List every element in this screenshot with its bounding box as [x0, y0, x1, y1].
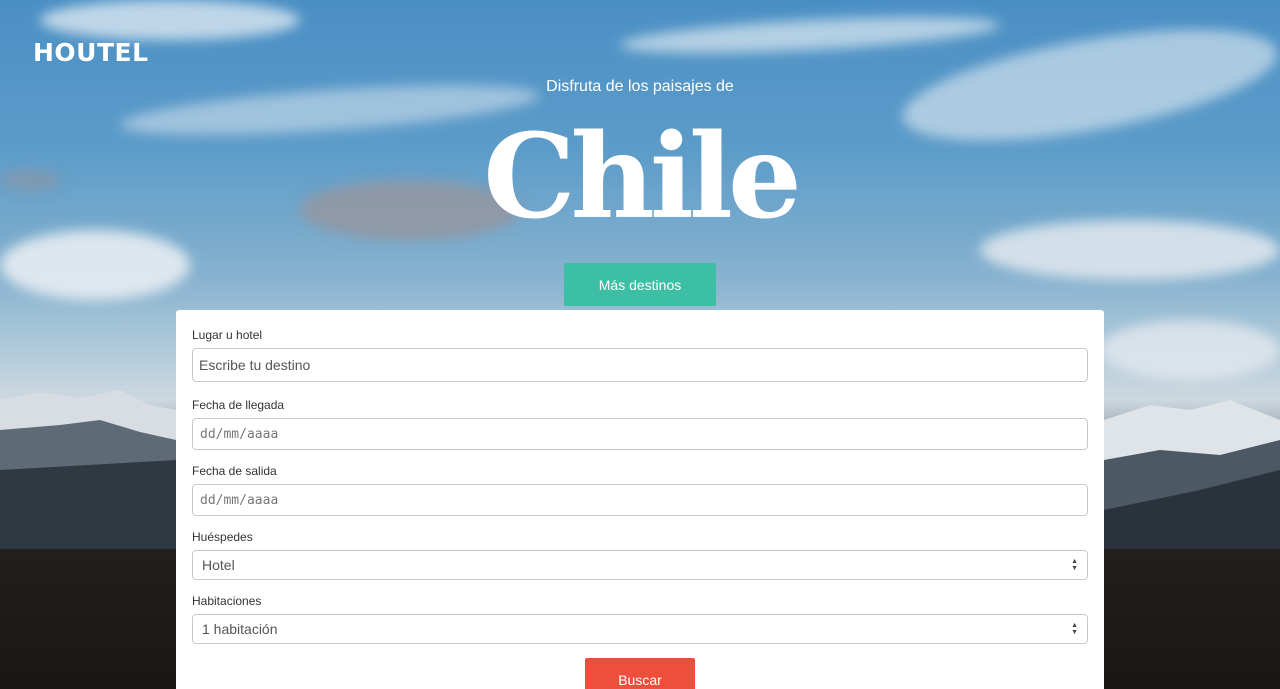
guests-selected-value: Hotel: [202, 557, 235, 573]
departure-label: Fecha de salida: [192, 464, 277, 478]
updown-chevron-icon: ▲ ▼: [1071, 558, 1078, 572]
rooms-select[interactable]: 1 habitación ▲ ▼: [192, 614, 1088, 644]
brand-logo[interactable]: HOUTEL: [33, 38, 149, 67]
guests-label: Huéspedes: [192, 530, 253, 544]
search-button[interactable]: Buscar: [585, 658, 695, 689]
departure-date-value: dd/mm/aaaa: [200, 492, 279, 508]
place-label: Lugar u hotel: [192, 328, 263, 342]
arrival-date-value: dd/mm/aaaa: [200, 426, 279, 442]
rooms-label: Habitaciones: [192, 594, 262, 608]
arrival-date-input[interactable]: dd/mm/aaaa: [192, 418, 1088, 450]
arrival-label: Fecha de llegada: [192, 398, 285, 412]
rooms-selected-value: 1 habitación: [202, 621, 278, 637]
search-form: Lugar u hotel Fecha de llegada dd/mm/aaa…: [176, 310, 1104, 689]
updown-chevron-icon: ▲ ▼: [1071, 622, 1078, 636]
destination-input[interactable]: [192, 348, 1088, 382]
hero-title: Chile: [483, 109, 802, 245]
departure-date-input[interactable]: dd/mm/aaaa: [192, 484, 1088, 516]
guests-select[interactable]: Hotel ▲ ▼: [192, 550, 1088, 580]
more-destinations-button[interactable]: Más destinos: [564, 263, 716, 306]
hero-subtitle: Disfruta de los paisajes de: [546, 78, 734, 95]
